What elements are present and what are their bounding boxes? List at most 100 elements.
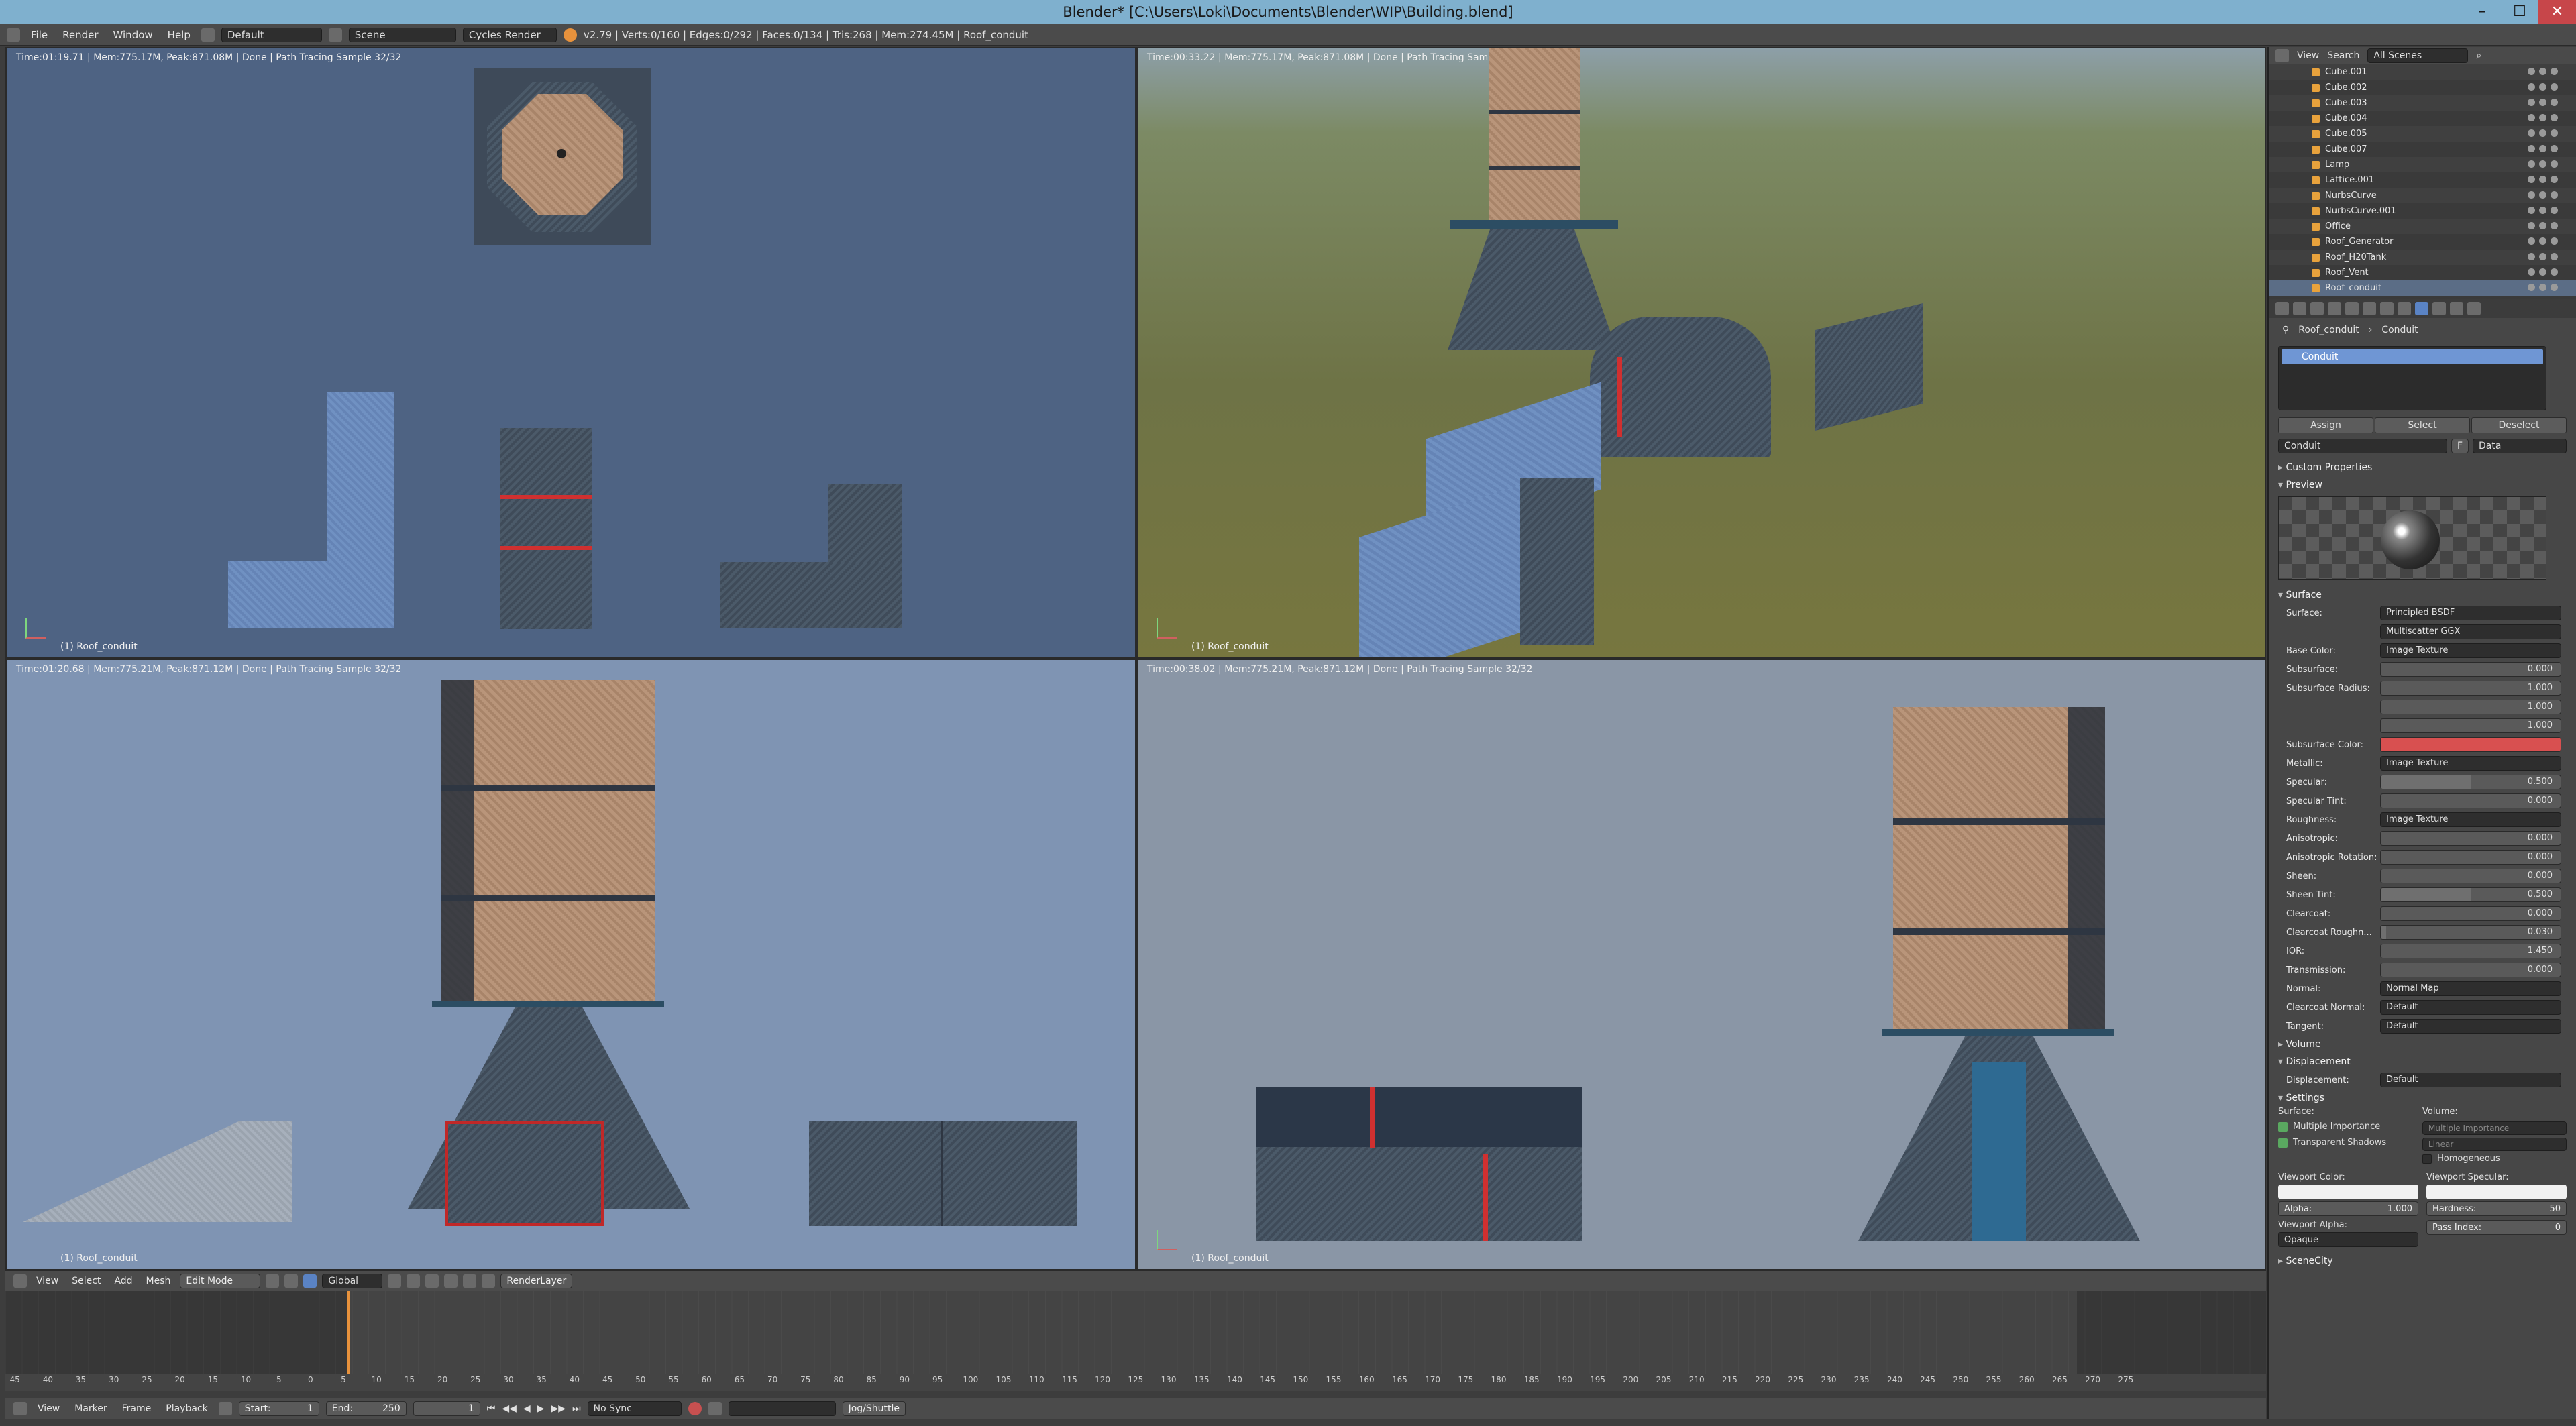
pin-icon[interactable]: ⚲ [2282, 325, 2289, 335]
visibility-toggles[interactable] [2528, 284, 2560, 292]
render-layers-tab-icon[interactable] [2293, 302, 2306, 315]
keying-set-icon[interactable] [708, 1402, 722, 1415]
volume-sampling-select[interactable]: Multiple Importance [2422, 1121, 2567, 1135]
snap-icon[interactable] [463, 1274, 477, 1288]
camera-icon[interactable] [2551, 284, 2558, 291]
world-tab-icon[interactable] [2328, 302, 2341, 315]
editor-type-icon[interactable] [2275, 49, 2289, 62]
menu-marker[interactable]: Marker [70, 1403, 111, 1414]
outliner-row[interactable]: Roof_H20Tank [2269, 250, 2576, 265]
visibility-toggles[interactable] [2528, 160, 2560, 168]
visibility-toggles[interactable] [2528, 99, 2560, 107]
material-slot-list[interactable]: Conduit [2278, 346, 2546, 410]
viewport-bottom-right[interactable]: Time:00:38.02 | Mem:775.21M, Peak:871.12… [1136, 659, 2266, 1270]
volume-interpolation-select[interactable]: Linear [2422, 1138, 2567, 1151]
camera-icon[interactable] [2551, 145, 2558, 152]
cursor-icon[interactable] [2539, 176, 2546, 183]
surface-row-select[interactable]: Principled BSDF [2380, 606, 2561, 620]
cursor-icon[interactable] [2539, 83, 2546, 91]
outliner-row[interactable]: Lattice.001 [2269, 172, 2576, 188]
menu-render[interactable]: Render [58, 29, 102, 41]
surface-row-slider[interactable]: 0.030 [2380, 925, 2561, 940]
cursor-icon[interactable] [2539, 253, 2546, 260]
viewport-bottom-left[interactable]: Time:01:20.68 | Mem:775.21M, Peak:871.12… [5, 659, 1136, 1270]
visibility-toggles[interactable] [2528, 237, 2560, 245]
camera-icon[interactable] [2551, 222, 2558, 229]
surface-row-slider[interactable]: 1.000 [2380, 700, 2561, 714]
shading-icon[interactable] [266, 1274, 280, 1288]
transparent-shadows-checkbox[interactable]: Transparent Shadows [2278, 1138, 2422, 1154]
jog-shuttle-button[interactable]: Jog/Shuttle [842, 1401, 906, 1416]
eye-icon[interactable] [2528, 114, 2535, 121]
cursor-icon[interactable] [2539, 284, 2546, 291]
cursor-icon[interactable] [2539, 68, 2546, 75]
visibility-toggles[interactable] [2528, 114, 2560, 122]
menu-playback[interactable]: Playback [162, 1403, 211, 1414]
manipulator-icon[interactable] [303, 1274, 317, 1288]
eye-icon[interactable] [2528, 237, 2535, 245]
hardness-field[interactable]: Hardness: 50 [2426, 1201, 2567, 1216]
displacement-select[interactable]: Default [2380, 1073, 2561, 1087]
material-slot[interactable]: Conduit [2282, 349, 2543, 364]
camera-icon[interactable] [2551, 83, 2558, 91]
eye-icon[interactable] [2528, 222, 2535, 229]
outliner-view-menu[interactable]: View [2297, 50, 2319, 61]
camera-icon[interactable] [2551, 68, 2558, 75]
cursor-icon[interactable] [2539, 207, 2546, 214]
render-layer-button[interactable]: RenderLayer [500, 1273, 573, 1288]
surface-row-slider[interactable]: 0.000 [2380, 831, 2561, 846]
menu-help[interactable]: Help [164, 29, 195, 41]
visibility-toggles[interactable] [2528, 176, 2560, 184]
color-swatch[interactable] [2380, 737, 2561, 752]
close-icon[interactable]: ✕ [2538, 0, 2576, 24]
cursor-icon[interactable] [2539, 145, 2546, 152]
visibility-toggles[interactable] [2528, 268, 2560, 276]
link-select[interactable]: Data [2473, 439, 2567, 453]
outliner-row[interactable]: Roof_Vent [2269, 265, 2576, 280]
surface-row-slider[interactable]: 1.000 [2380, 681, 2561, 696]
eye-icon[interactable] [2528, 191, 2535, 199]
scene-tab-icon[interactable] [2310, 302, 2324, 315]
mode-select[interactable]: Edit Mode [180, 1273, 261, 1288]
end-frame-field[interactable]: End: 250 [325, 1401, 407, 1416]
visibility-toggles[interactable] [2528, 191, 2560, 199]
render-preview-icon[interactable] [482, 1274, 496, 1288]
maximize-icon[interactable]: ☐ [2501, 0, 2538, 24]
eye-icon[interactable] [2528, 160, 2535, 168]
cursor-icon[interactable] [2539, 237, 2546, 245]
constraints-tab-icon[interactable] [2363, 302, 2376, 315]
start-frame-field[interactable]: Start: 1 [238, 1401, 319, 1416]
visibility-toggles[interactable] [2528, 222, 2560, 230]
surface-row-select[interactable]: Default [2380, 1000, 2561, 1015]
fake-user-button[interactable]: F [2451, 439, 2469, 453]
eye-icon[interactable] [2528, 268, 2535, 276]
surface-row-select[interactable]: Image Texture [2380, 812, 2561, 827]
custom-properties-panel[interactable]: Custom Properties [2269, 459, 2576, 476]
render-tab-icon[interactable] [2275, 302, 2289, 315]
surface-row-slider[interactable]: 0.500 [2380, 887, 2561, 902]
outliner-row[interactable]: Cube.002 [2269, 80, 2576, 95]
cursor-icon[interactable] [2539, 191, 2546, 199]
outliner-row[interactable]: Cube.007 [2269, 142, 2576, 157]
viewport-specular-swatch[interactable] [2426, 1185, 2567, 1199]
outliner-row[interactable]: NurbsCurve [2269, 188, 2576, 203]
jump-start-icon[interactable]: ⏮ [487, 1403, 496, 1414]
menu-frame[interactable]: Frame [118, 1403, 156, 1414]
settings-panel[interactable]: Settings [2269, 1089, 2576, 1107]
menu-add[interactable]: Add [110, 1276, 136, 1286]
preview-panel[interactable]: Preview [2269, 476, 2576, 494]
eye-icon[interactable] [2528, 253, 2535, 260]
surface-row-select[interactable]: Image Texture [2380, 756, 2561, 771]
outliner-search-menu[interactable]: Search [2327, 50, 2359, 61]
outliner-row[interactable]: Lamp [2269, 157, 2576, 172]
viewport-alpha-select[interactable]: Opaque [2278, 1232, 2418, 1247]
data-tab-icon[interactable] [2398, 302, 2411, 315]
current-frame-field[interactable]: 1 [413, 1401, 480, 1416]
prev-key-icon[interactable]: ◀◀ [502, 1403, 517, 1414]
viewport-top-left[interactable]: Time:01:19.71 | Mem:775.17M, Peak:871.08… [5, 47, 1136, 659]
surface-row-slider[interactable]: 0.000 [2380, 963, 2561, 977]
multiple-importance-checkbox[interactable]: Multiple Importance [2278, 1121, 2422, 1138]
homogeneous-checkbox[interactable]: Homogeneous [2422, 1154, 2567, 1168]
eye-icon[interactable] [2528, 145, 2535, 152]
select-button[interactable]: Select [2375, 417, 2470, 433]
